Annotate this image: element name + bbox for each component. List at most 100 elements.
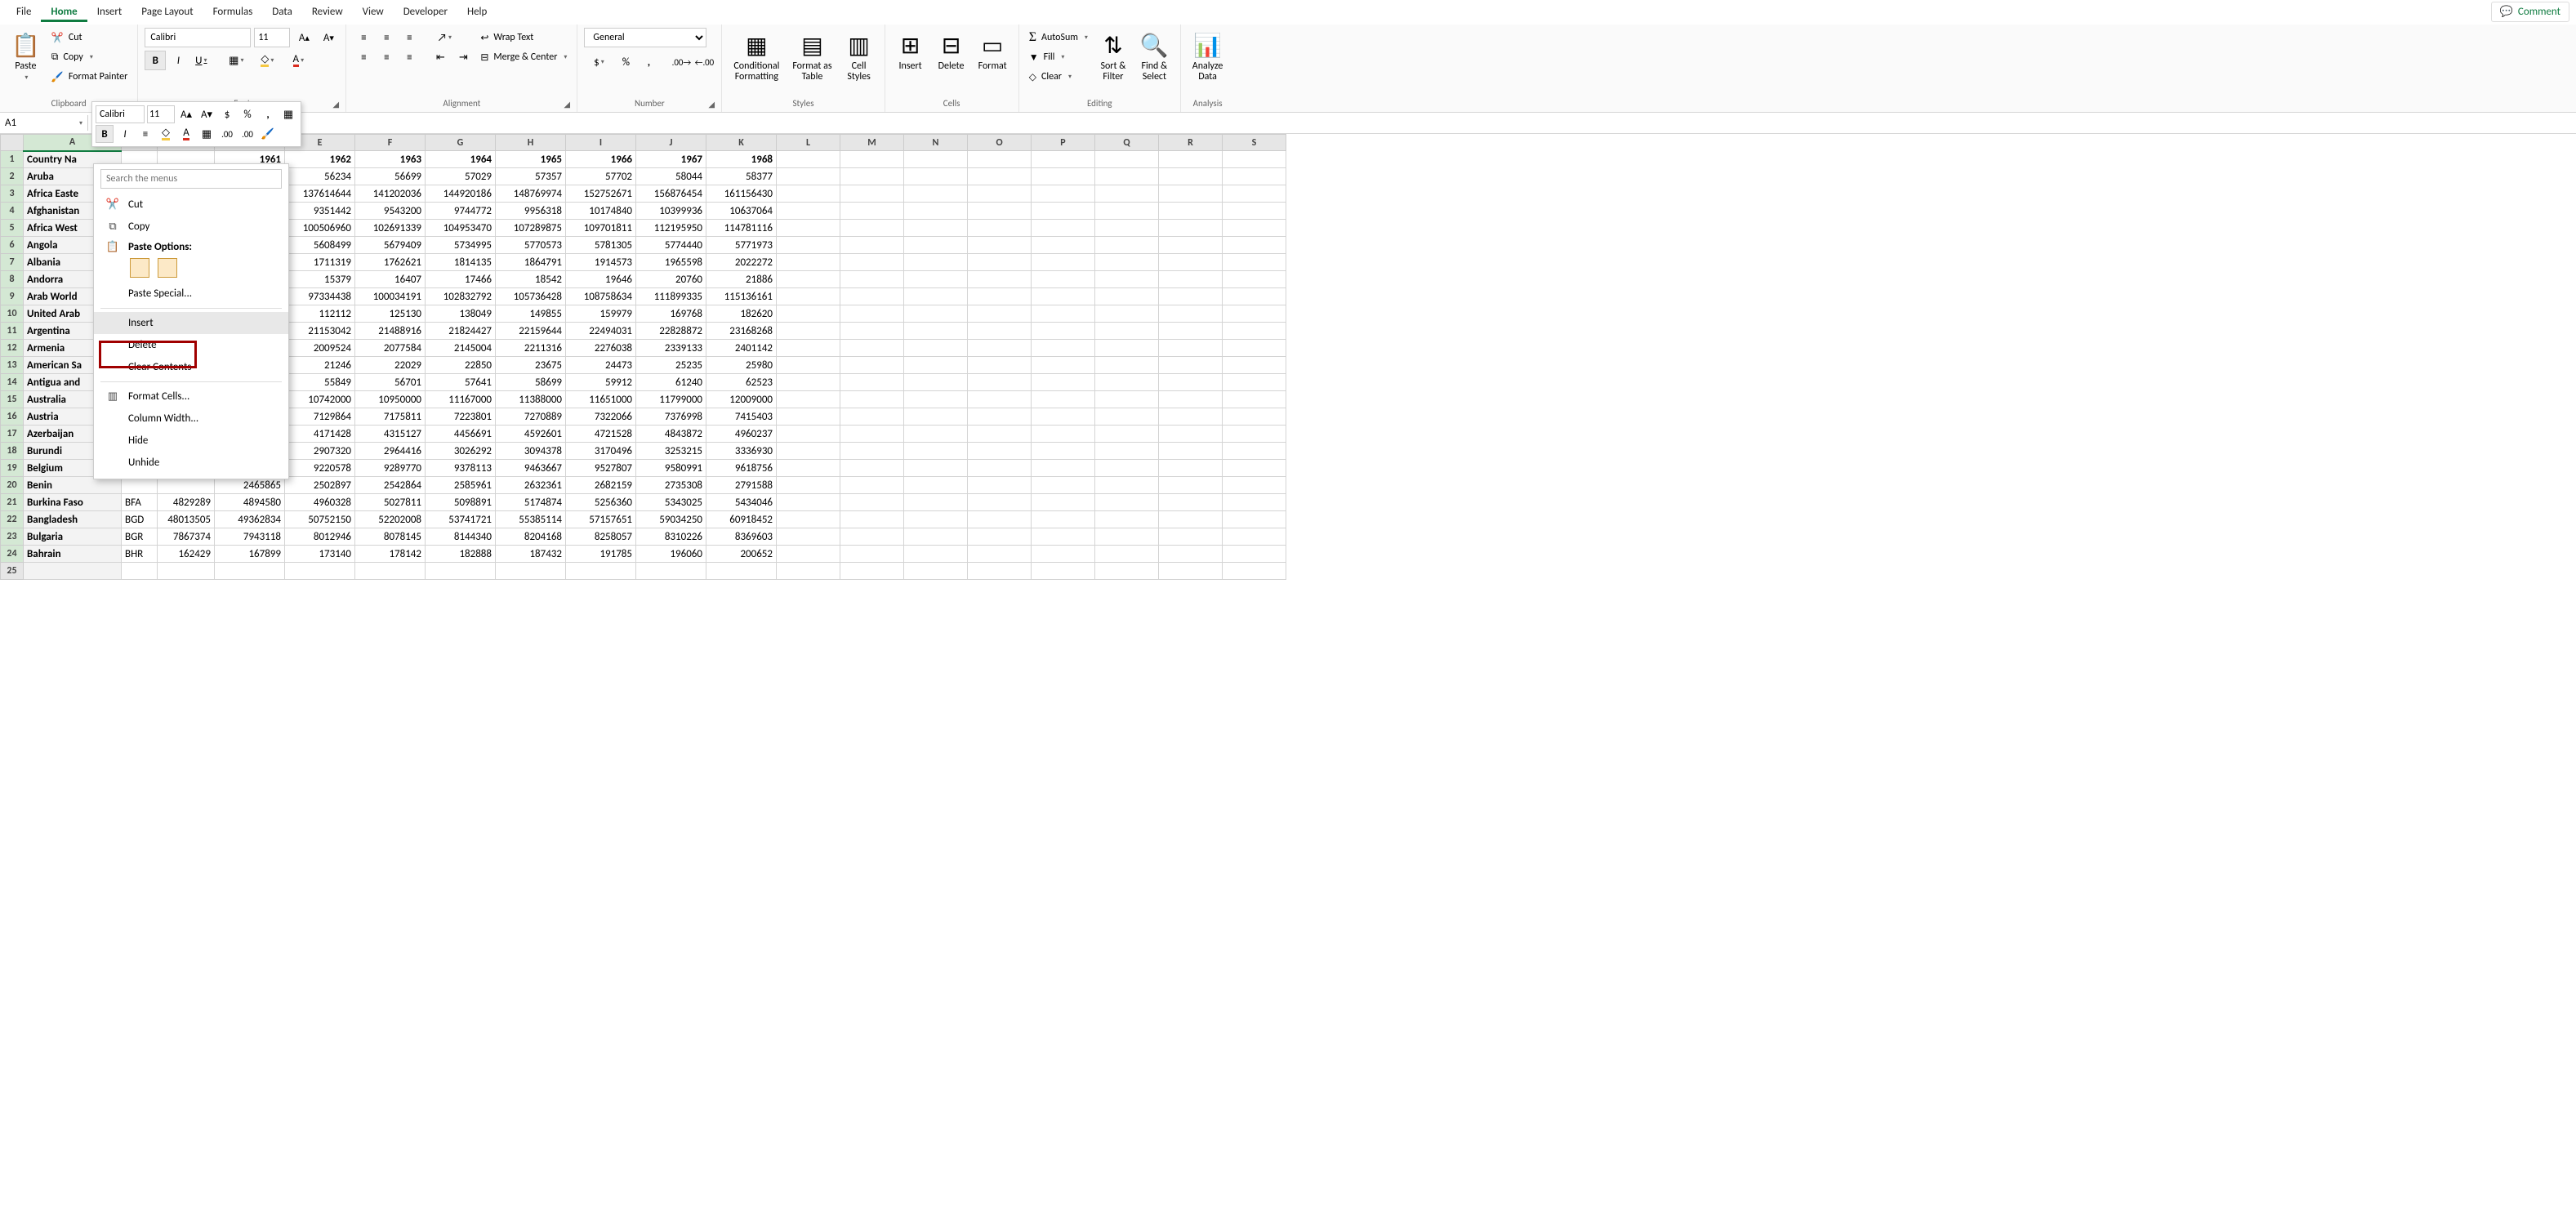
align-middle-button[interactable]: ≡ — [376, 28, 397, 47]
font-size-select[interactable] — [254, 28, 290, 47]
cell[interactable] — [1032, 563, 1095, 580]
cell[interactable] — [840, 288, 904, 305]
cell[interactable]: 10742000 — [285, 391, 355, 408]
row-header-12[interactable]: 12 — [1, 340, 24, 357]
align-right-button[interactable]: ≡ — [399, 47, 420, 67]
cell[interactable] — [1032, 391, 1095, 408]
cell[interactable] — [904, 185, 968, 203]
clear-button[interactable]: ◇Clear▾ — [1026, 67, 1091, 87]
cell[interactable] — [840, 220, 904, 237]
cell[interactable] — [1095, 220, 1159, 237]
cell[interactable]: 20760 — [636, 271, 706, 288]
cell[interactable] — [1159, 151, 1223, 168]
cell[interactable]: 5770573 — [496, 237, 566, 254]
cell[interactable] — [1159, 460, 1223, 477]
cell[interactable] — [426, 563, 496, 580]
cell[interactable] — [1223, 271, 1286, 288]
cell[interactable]: 2339133 — [636, 340, 706, 357]
cell[interactable] — [1223, 185, 1286, 203]
cell[interactable] — [968, 357, 1032, 374]
cell[interactable]: 4456691 — [426, 426, 496, 443]
cell[interactable]: 5343025 — [636, 494, 706, 511]
cell[interactable] — [840, 305, 904, 323]
cell[interactable]: 5174874 — [496, 494, 566, 511]
cell[interactable]: 11167000 — [426, 391, 496, 408]
menu-review[interactable]: Review — [302, 2, 353, 21]
cell[interactable]: 9351442 — [285, 203, 355, 220]
cell[interactable]: 115136161 — [706, 288, 777, 305]
cell[interactable]: 2022272 — [706, 254, 777, 271]
cell[interactable]: 52202008 — [355, 511, 426, 528]
cell[interactable]: 9618756 — [706, 460, 777, 477]
cell[interactable]: 9543200 — [355, 203, 426, 220]
menu-file[interactable]: File — [7, 2, 41, 21]
cell[interactable]: 1963 — [355, 151, 426, 168]
cell[interactable] — [777, 374, 840, 391]
cell[interactable] — [1223, 168, 1286, 185]
cell[interactable] — [1159, 203, 1223, 220]
font-color-button[interactable]: A▾ — [283, 51, 313, 70]
cell[interactable]: 21246 — [285, 357, 355, 374]
cell[interactable] — [968, 151, 1032, 168]
fill-button[interactable]: ▼Fill▾ — [1026, 47, 1091, 67]
row-header-4[interactable]: 4 — [1, 203, 24, 220]
row-header-5[interactable]: 5 — [1, 220, 24, 237]
cell[interactable]: 191785 — [566, 546, 636, 563]
cell[interactable] — [840, 203, 904, 220]
cell[interactable]: 9956318 — [496, 203, 566, 220]
cell[interactable] — [904, 151, 968, 168]
cut-button[interactable]: ✂️Cut — [48, 28, 131, 47]
cell[interactable] — [1159, 511, 1223, 528]
cell[interactable] — [968, 254, 1032, 271]
cell[interactable] — [1095, 528, 1159, 546]
cell[interactable] — [1032, 323, 1095, 340]
cell[interactable]: 8369603 — [706, 528, 777, 546]
cell[interactable]: 7175811 — [355, 408, 426, 426]
cell[interactable] — [968, 305, 1032, 323]
cell[interactable] — [158, 563, 215, 580]
cell[interactable]: 5771973 — [706, 237, 777, 254]
cell[interactable]: 18542 — [496, 271, 566, 288]
cell[interactable]: 112112 — [285, 305, 355, 323]
cell[interactable]: 100034191 — [355, 288, 426, 305]
cell[interactable]: 162429 — [158, 546, 215, 563]
cell[interactable] — [1159, 237, 1223, 254]
cell[interactable] — [1223, 323, 1286, 340]
cell[interactable] — [968, 460, 1032, 477]
cell[interactable] — [968, 203, 1032, 220]
analyze-data-button[interactable]: 📊Analyze Data — [1188, 28, 1228, 86]
cell[interactable] — [968, 546, 1032, 563]
cell[interactable] — [285, 563, 355, 580]
wrap-text-button[interactable]: ↩Wrap Text — [477, 28, 570, 47]
cell[interactable]: 22828872 — [636, 323, 706, 340]
row-header-21[interactable]: 21 — [1, 494, 24, 511]
row-header-7[interactable]: 7 — [1, 254, 24, 271]
cell[interactable] — [1032, 185, 1095, 203]
cell[interactable] — [1095, 477, 1159, 494]
delete-cells-button[interactable]: ⊟Delete — [933, 28, 970, 75]
cell[interactable] — [1095, 237, 1159, 254]
cell[interactable] — [904, 443, 968, 460]
cell[interactable]: 2542864 — [355, 477, 426, 494]
cell[interactable] — [1032, 271, 1095, 288]
cell[interactable]: Burkina Faso — [24, 494, 122, 511]
decrease-indent-button[interactable]: ⇤ — [430, 47, 451, 67]
cell[interactable] — [24, 563, 122, 580]
cell[interactable]: 2077584 — [355, 340, 426, 357]
cell[interactable]: 1814135 — [426, 254, 496, 271]
cell[interactable] — [968, 185, 1032, 203]
cell[interactable] — [1159, 220, 1223, 237]
cell[interactable]: 4843872 — [636, 426, 706, 443]
cell[interactable]: 169768 — [636, 305, 706, 323]
cell[interactable]: 109701811 — [566, 220, 636, 237]
cell[interactable] — [904, 374, 968, 391]
mini-decrease-font-button[interactable]: A▾ — [198, 105, 216, 123]
cell[interactable] — [1223, 426, 1286, 443]
cell[interactable] — [1032, 288, 1095, 305]
cell[interactable] — [1095, 563, 1159, 580]
cell[interactable]: Bahrain — [24, 546, 122, 563]
menu-help[interactable]: Help — [457, 2, 497, 21]
cell[interactable] — [1159, 323, 1223, 340]
row-header-1[interactable]: 1 — [1, 151, 24, 168]
column-header-F[interactable]: F — [355, 135, 426, 151]
